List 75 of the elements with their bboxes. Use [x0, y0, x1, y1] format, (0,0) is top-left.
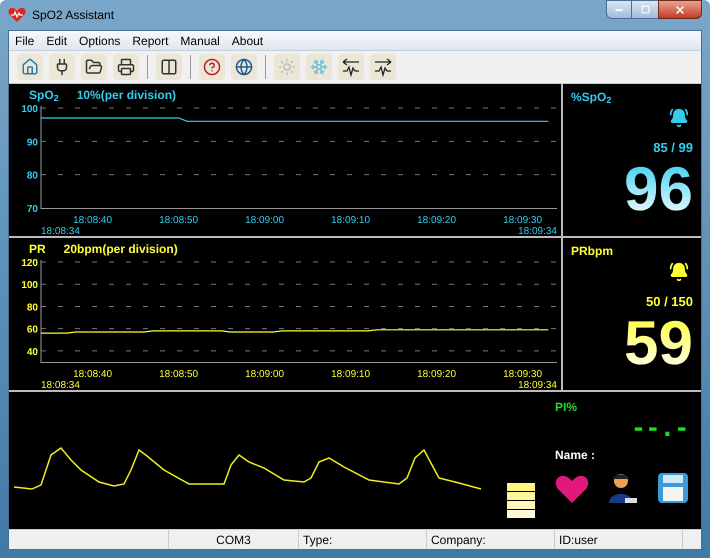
- x-tick-label: 18:09:30: [503, 368, 542, 380]
- parameter-label: PRbpm: [571, 243, 613, 260]
- x-tick-label: 18:09:30: [503, 214, 542, 226]
- status-pane: Company:: [427, 530, 555, 549]
- left-button[interactable]: [338, 54, 364, 80]
- parameter-label: %SpO$_{2}$: [571, 89, 612, 106]
- y-tick-label: 90: [26, 137, 38, 148]
- menu-item[interactable]: Edit: [42, 32, 72, 50]
- maximize-icon: [640, 5, 650, 14]
- home-button[interactable]: [17, 54, 43, 80]
- heart-icon[interactable]: [555, 474, 589, 504]
- right-button[interactable]: [370, 54, 396, 80]
- chart-scale: 20bpm(per division): [64, 240, 178, 258]
- layout-button[interactable]: [156, 54, 182, 80]
- x-tick-label: 18:09:00: [245, 368, 284, 380]
- menu-item[interactable]: File: [11, 32, 38, 50]
- alarm-limits: 50 / 150: [646, 293, 693, 311]
- x-tick-label: 18:09:20: [417, 368, 456, 380]
- status-pane: ID:user: [555, 530, 683, 549]
- pi-value: --.-: [631, 416, 689, 440]
- x-tick-label: 18:09:20: [417, 214, 456, 226]
- name-label: Name :: [555, 447, 596, 464]
- status-pane: COM3: [169, 530, 299, 549]
- x-tick-label: 18:09:10: [331, 214, 370, 226]
- status-pane: Type:: [299, 530, 427, 549]
- chart-title: SpO$_{2}$: [29, 86, 59, 104]
- chart-title: PR: [29, 240, 46, 258]
- maximize-button[interactable]: [632, 0, 658, 19]
- menu-item[interactable]: Report: [128, 32, 172, 50]
- x-tick-label: 18:08:50: [159, 368, 198, 380]
- x-tick-label: 18:08:40: [73, 368, 112, 380]
- window-title: SpO2 Assistant: [32, 7, 114, 24]
- x-tick-label: 18:08:40: [73, 214, 112, 226]
- y-tick-label: 80: [26, 302, 38, 314]
- chart-scale: 10%(per division): [76, 86, 176, 104]
- end-time: 18:09:34: [518, 380, 557, 390]
- folder-icon: [85, 58, 103, 76]
- help-icon: [203, 58, 221, 76]
- close-button[interactable]: [658, 0, 702, 19]
- x-tick-label: 18:08:50: [159, 214, 198, 226]
- help-button[interactable]: [199, 54, 225, 80]
- y-tick-label: 40: [26, 346, 38, 358]
- print-button[interactable]: [113, 54, 139, 80]
- wave-arrow-icon: [341, 57, 361, 77]
- menu-item[interactable]: Manual: [176, 32, 224, 50]
- x-tick-label: 18:09:10: [331, 368, 370, 380]
- wave-arrow-icon: [373, 57, 393, 77]
- y-tick-label: 60: [26, 324, 38, 336]
- user-icon[interactable]: [608, 472, 638, 504]
- y-tick-label: 100: [21, 280, 38, 291]
- y-tick-label: 120: [21, 258, 38, 269]
- columns-icon: [160, 58, 178, 76]
- web-button[interactable]: [231, 54, 257, 80]
- y-tick-label: 70: [26, 204, 38, 215]
- sun-icon: [278, 58, 296, 76]
- start-time: 18:08:34: [41, 226, 80, 236]
- menu-item[interactable]: About: [228, 32, 268, 50]
- y-tick-label: 80: [26, 170, 38, 182]
- minimize-button[interactable]: [606, 0, 632, 19]
- house-icon: [21, 58, 39, 76]
- x-tick-label: 18:09:00: [245, 214, 284, 226]
- printer-icon: [117, 58, 135, 76]
- alarm-limits: 85 / 99: [653, 139, 693, 157]
- pi-label: PI%: [555, 399, 578, 416]
- y-tick-label: 100: [21, 104, 38, 115]
- open-button[interactable]: [81, 54, 107, 80]
- menu-item[interactable]: Options: [75, 32, 124, 50]
- heart-logo-icon: [8, 7, 26, 23]
- signal-strength-icon: [507, 483, 535, 519]
- globe-icon: [235, 58, 253, 76]
- end-time: 18:09:34: [518, 226, 557, 236]
- start-time: 18:08:34: [41, 380, 80, 390]
- port-button[interactable]: [49, 54, 75, 80]
- snowflake-icon: [310, 58, 328, 76]
- close-icon: [674, 4, 686, 16]
